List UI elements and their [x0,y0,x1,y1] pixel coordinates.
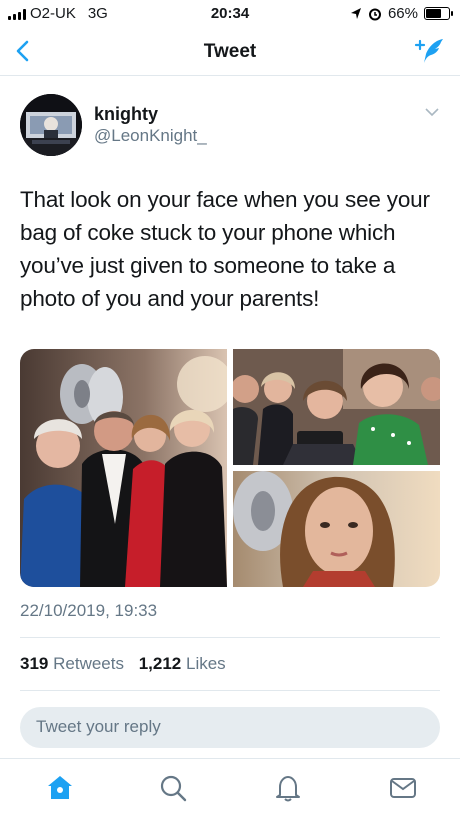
likes-stat[interactable]: 1,212 Likes [139,654,226,673]
search-icon[interactable] [158,773,188,803]
avatar[interactable] [20,94,82,156]
author-handle[interactable]: @LeonKnight_ [94,126,207,146]
reply-placeholder: Tweet your reply [36,717,161,736]
tab-bar [0,758,460,818]
status-icons: 66% [350,5,453,22]
tweet-text: That look on your face when you see your… [20,187,430,311]
divider [20,690,440,691]
author-name[interactable]: knighty [94,104,158,125]
reply-input[interactable]: Tweet your reply [20,707,440,748]
messages-icon[interactable] [388,773,418,803]
photo-group-selfie[interactable] [233,349,440,465]
divider [20,637,440,638]
home-icon[interactable] [45,773,75,803]
notifications-icon[interactable] [273,773,303,803]
location-arrow-icon [350,8,361,19]
retweets-label: Retweets [53,654,124,673]
likes-count: 1,212 [138,654,182,673]
retweets-stat[interactable]: 319 Retweets [20,654,124,673]
alarm-icon [368,8,381,20]
compose-tweet-icon[interactable] [414,36,446,66]
likes-label: Likes [186,654,226,673]
tweet-stats: 319 Retweets 1,212 Likes [20,654,226,674]
tweet-timestamp: 22/10/2019, 19:33 [20,601,158,620]
retweets-count: 319 [20,654,49,673]
photo-woman-closeup[interactable] [233,471,440,587]
chevron-down-icon[interactable] [424,106,440,118]
media-grid [20,349,440,587]
tweet-header: knighty @LeonKnight_ [20,92,440,160]
page-title: Tweet [203,41,257,62]
battery-percent: 66% [387,5,418,22]
photo-family[interactable] [20,349,227,587]
status-bar: O2-UK 3G 20:34 66% [0,0,460,28]
battery-icon [424,7,453,20]
nav-bar: Tweet [0,28,460,76]
